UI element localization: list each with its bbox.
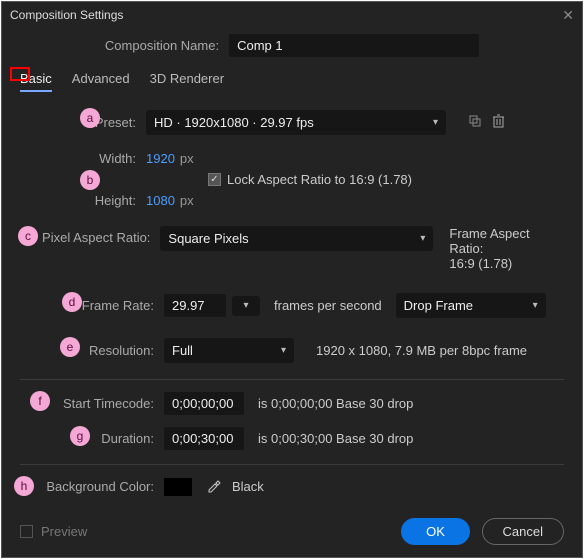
- bgcolor-name: Black: [232, 479, 264, 494]
- start-tc-input[interactable]: [164, 392, 244, 415]
- width-unit: px: [180, 151, 194, 166]
- callout-g: g: [70, 426, 90, 446]
- far-label: Frame Aspect Ratio:: [449, 226, 564, 256]
- far-value: 16:9 (1.78): [449, 256, 564, 271]
- duration-input[interactable]: [164, 427, 244, 450]
- height-unit: px: [180, 193, 194, 208]
- eyedropper-icon[interactable]: [206, 477, 222, 496]
- dialog-title: Composition Settings: [10, 8, 123, 22]
- comp-name-label: Composition Name:: [105, 38, 229, 53]
- preview-label: Preview: [41, 524, 87, 539]
- preset-dropdown[interactable]: HD · 1920x1080 · 29.97 fps ▾: [146, 110, 446, 135]
- resolution-dropdown[interactable]: Full ▾: [164, 338, 294, 363]
- duration-info: is 0;00;30;00 Base 30 drop: [258, 431, 413, 446]
- ok-button[interactable]: OK: [401, 518, 470, 545]
- resolution-value: Full: [172, 343, 193, 358]
- bgcolor-label: Background Color:: [20, 479, 164, 494]
- close-icon[interactable]: ✕: [562, 7, 574, 24]
- framerate-input[interactable]: [164, 294, 226, 317]
- comp-name-input[interactable]: [229, 34, 479, 57]
- start-tc-info: is 0;00;00;00 Base 30 drop: [258, 396, 413, 411]
- chevron-down-icon: ▾: [433, 117, 438, 128]
- save-preset-icon[interactable]: [468, 114, 482, 131]
- dropframe-dropdown[interactable]: Drop Frame ▾: [396, 293, 546, 318]
- callout-f: f: [30, 391, 50, 411]
- lock-aspect-label: Lock Aspect Ratio to 16:9 (1.78): [227, 172, 412, 187]
- frame-aspect-info: Frame Aspect Ratio: 16:9 (1.78): [449, 226, 564, 271]
- height-label: Height:: [20, 193, 146, 208]
- width-label: Width:: [20, 151, 146, 166]
- chevron-down-icon: ▾: [420, 233, 425, 244]
- callout-c: c: [18, 226, 38, 246]
- dropframe-value: Drop Frame: [404, 298, 473, 313]
- framerate-stepper[interactable]: ▾: [232, 296, 260, 316]
- tab-3d-renderer[interactable]: 3D Renderer: [150, 71, 224, 92]
- chevron-down-icon: ▾: [533, 300, 538, 311]
- callout-h: h: [14, 476, 34, 496]
- framerate-label: Frame Rate:: [20, 298, 164, 313]
- resolution-info: 1920 x 1080, 7.9 MB per 8bpc frame: [316, 343, 527, 358]
- callout-e: e: [60, 337, 80, 357]
- width-value[interactable]: 1920: [146, 151, 175, 166]
- callout-a: a: [80, 108, 100, 128]
- tab-advanced[interactable]: Advanced: [72, 71, 130, 92]
- tab-basic[interactable]: Basic: [20, 71, 52, 92]
- chevron-down-icon: ▾: [281, 345, 286, 356]
- callout-d: d: [62, 292, 82, 312]
- lock-aspect-checkbox[interactable]: ✓: [208, 173, 221, 186]
- preset-value: HD · 1920x1080 · 29.97 fps: [154, 115, 314, 130]
- chevron-down-icon: ▾: [243, 300, 248, 311]
- titlebar: Composition Settings ✕: [2, 2, 582, 28]
- callout-b: b: [80, 170, 100, 190]
- highlight-box: [10, 67, 30, 81]
- par-dropdown[interactable]: Square Pixels ▾: [160, 226, 433, 251]
- preview-checkbox[interactable]: [20, 525, 33, 538]
- par-value: Square Pixels: [168, 231, 248, 246]
- par-label: Pixel Aspect Ratio:: [20, 226, 160, 245]
- delete-preset-icon[interactable]: [492, 114, 505, 131]
- height-value[interactable]: 1080: [146, 193, 175, 208]
- duration-label: Duration:: [20, 431, 164, 446]
- bgcolor-swatch[interactable]: [164, 478, 192, 496]
- resolution-label: Resolution:: [20, 343, 164, 358]
- fps-label: frames per second: [274, 298, 382, 313]
- composition-settings-dialog: Composition Settings ✕ Composition Name:…: [1, 1, 583, 558]
- cancel-button[interactable]: Cancel: [482, 518, 564, 545]
